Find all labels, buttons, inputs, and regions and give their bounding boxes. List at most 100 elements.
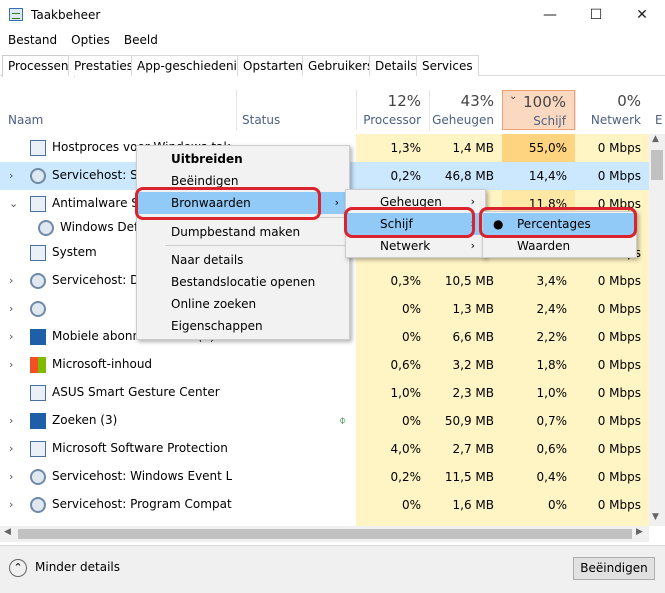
disk-label: Schijf bbox=[533, 114, 566, 128]
table-row[interactable]: › Zoeken (3) ⌽ 0% 50,9 MB 0,7% 0 Mbps bbox=[0, 407, 649, 435]
column-mem-header[interactable]: 43% Geheugen bbox=[429, 90, 502, 130]
gear-icon bbox=[30, 469, 46, 485]
tab-services[interactable]: Services bbox=[416, 55, 479, 76]
tab-opstarten[interactable]: Opstarten bbox=[237, 55, 309, 76]
mem-value: 3,2 MB bbox=[429, 351, 502, 379]
menu-opties[interactable]: Opties bbox=[63, 31, 110, 51]
table-row[interactable]: › Servicehost: Windows Event Log 0,2% 11… bbox=[0, 463, 649, 491]
mem-value: 6,6 MB bbox=[429, 323, 502, 351]
disk-value: 0,6% bbox=[502, 435, 575, 463]
column-net-header[interactable]: 0% Netwerk bbox=[575, 90, 649, 130]
minimize-button[interactable]: — bbox=[527, 0, 573, 30]
net-value: 0 Mbps bbox=[575, 491, 649, 519]
menu-item-bestandslocatie[interactable]: Bestandslocatie openen bbox=[137, 271, 349, 293]
tab-app-geschiedenis[interactable]: App-geschiedenis bbox=[131, 55, 250, 76]
process-name: Microsoft Software Protection P... bbox=[52, 441, 232, 455]
menu-item-uitbreiden[interactable]: Uitbreiden bbox=[137, 148, 349, 170]
scroll-left-icon[interactable]: ◀ bbox=[4, 527, 11, 537]
mem-value: 11,5 MB bbox=[429, 463, 502, 491]
mem-value: 10,5 MB bbox=[429, 267, 502, 295]
disk-value: 3,4% bbox=[502, 267, 575, 295]
submenu-item-waarden[interactable]: Waarden bbox=[483, 235, 636, 257]
column-disk-header[interactable]: ⌄ 100% Schijf bbox=[502, 90, 575, 130]
disk-total: 100% bbox=[523, 93, 566, 111]
mem-value: 50,9 MB bbox=[429, 407, 502, 435]
column-name-header[interactable]: Naam bbox=[8, 113, 43, 127]
process-name: Microsoft-inhoud bbox=[52, 357, 153, 371]
cpu-value: 1,3% bbox=[356, 134, 429, 162]
chevron-right-icon: › bbox=[470, 239, 475, 252]
menu-item-dumpbestand[interactable]: Dumpbestand maken bbox=[137, 221, 349, 243]
window-title: Taakbeheer bbox=[31, 8, 101, 22]
chevron-right-icon[interactable]: › bbox=[9, 302, 13, 315]
menu-bestand[interactable]: Bestand bbox=[0, 31, 57, 51]
chevron-down-icon[interactable]: ⌄ bbox=[9, 197, 18, 210]
table-row bbox=[0, 519, 649, 526]
chevron-up-icon[interactable]: ⌃ bbox=[9, 559, 27, 577]
horizontal-scrollbar[interactable]: ◀ ▶ bbox=[0, 526, 649, 542]
table-row[interactable]: › Servicehost: Program Compatibi... 0% 1… bbox=[0, 491, 649, 519]
chevron-right-icon[interactable]: › bbox=[9, 498, 13, 511]
cpu-value: 0% bbox=[356, 323, 429, 351]
vertical-scrollbar[interactable]: ▲ ▼ bbox=[649, 134, 665, 526]
scroll-thumb-h[interactable] bbox=[18, 529, 632, 539]
menu-item-naar-details[interactable]: Naar details bbox=[137, 249, 349, 271]
menu-item-eigenschappen[interactable]: Eigenschappen bbox=[137, 315, 349, 337]
disk-value: 14,4% bbox=[528, 169, 567, 183]
chevron-right-icon[interactable]: › bbox=[9, 358, 13, 371]
process-name: Servicehost: Windows Event Log bbox=[52, 469, 232, 483]
maximize-button[interactable]: ☐ bbox=[573, 0, 619, 30]
cpu-total: 12% bbox=[387, 92, 421, 110]
end-task-button[interactable]: Beëindigen bbox=[573, 557, 655, 580]
disk-value: 2,2% bbox=[502, 323, 575, 351]
chevron-right-icon[interactable]: › bbox=[9, 442, 13, 455]
net-value: 0 Mbps bbox=[575, 323, 649, 351]
tab-processen[interactable]: Processen bbox=[2, 55, 75, 77]
mem-value: 1,3 MB bbox=[429, 295, 502, 323]
footer: ⌃ Minder details Beëindigen bbox=[0, 545, 665, 593]
disk-value: 2,4% bbox=[502, 295, 575, 323]
net-value: 0 Mbps bbox=[575, 463, 649, 491]
chevron-right-icon[interactable]: › bbox=[9, 470, 13, 483]
menu-beeld[interactable]: Beeld bbox=[116, 31, 158, 51]
disk-value: 1,8% bbox=[502, 351, 575, 379]
chevron-right-icon[interactable]: › bbox=[9, 414, 13, 427]
table-row[interactable]: › Microsoft-inhoud 0,6% 3,2 MB 1,8% 0 Mb… bbox=[0, 351, 649, 379]
scroll-thumb[interactable] bbox=[651, 150, 663, 180]
chevron-right-icon[interactable]: › bbox=[9, 274, 13, 287]
column-status-header[interactable]: Status bbox=[242, 113, 280, 127]
process-icon bbox=[30, 441, 46, 457]
menu-bar: Bestand Opties Beeld bbox=[0, 31, 160, 51]
net-value: 0 Mbps bbox=[575, 134, 649, 162]
net-value: 0 Mbps bbox=[575, 267, 649, 295]
chevron-right-icon: › bbox=[334, 196, 339, 209]
cpu-value: 1,0% bbox=[356, 379, 429, 407]
scroll-right-icon[interactable]: ▶ bbox=[636, 527, 643, 537]
tab-details[interactable]: Details bbox=[369, 55, 423, 76]
scroll-down-icon[interactable]: ▼ bbox=[652, 512, 659, 522]
process-icon bbox=[30, 245, 46, 261]
mem-value: 1,4 MB bbox=[429, 134, 502, 162]
less-details-link[interactable]: Minder details bbox=[35, 560, 120, 574]
net-value: 0 Mbps bbox=[597, 169, 641, 183]
task-manager-icon bbox=[9, 8, 23, 21]
scroll-up-icon[interactable]: ▲ bbox=[652, 134, 659, 144]
column-cpu-header[interactable]: 12% Processor bbox=[356, 90, 429, 130]
table-row[interactable]: ASUS Smart Gesture Center 1,0% 2,3 MB 1,… bbox=[0, 379, 649, 407]
chevron-right-icon[interactable]: › bbox=[9, 330, 13, 343]
table-row[interactable]: › Microsoft Software Protection P... 4,0… bbox=[0, 435, 649, 463]
chevron-right-icon[interactable]: › bbox=[9, 169, 13, 182]
tab-gebruikers[interactable]: Gebruikers bbox=[302, 55, 380, 76]
close-button[interactable]: ✕ bbox=[619, 0, 665, 30]
mem-value: 46,8 MB bbox=[444, 169, 494, 183]
tab-prestaties[interactable]: Prestaties bbox=[68, 55, 140, 76]
menu-item-online-zoeken[interactable]: Online zoeken bbox=[137, 293, 349, 315]
process-name: Servicehost: Program Compatibi... bbox=[52, 497, 232, 511]
submenu-item-netwerk[interactable]: Netwerk › bbox=[346, 235, 485, 257]
net-label: Netwerk bbox=[590, 113, 641, 127]
cpu-label: Processor bbox=[363, 113, 421, 127]
mobile-plans-icon bbox=[30, 329, 46, 345]
highlight-schijf bbox=[344, 207, 475, 238]
process-icon bbox=[30, 140, 46, 156]
column-extra-header[interactable]: E bbox=[655, 113, 663, 127]
